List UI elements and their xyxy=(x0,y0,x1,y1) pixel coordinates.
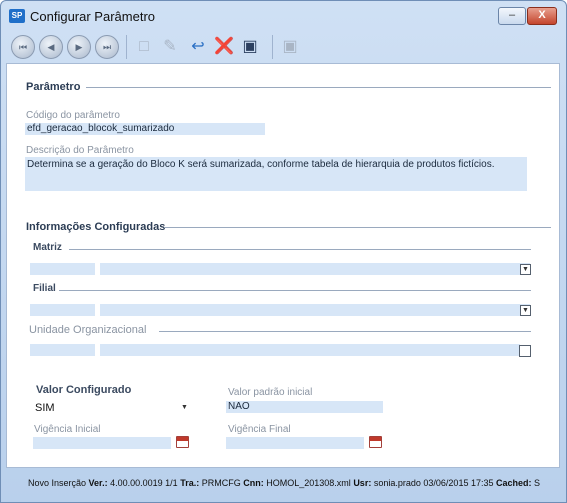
codigo-label: Código do parâmetro xyxy=(26,110,120,121)
title-bar: SP Configurar Parâmetro – X xyxy=(1,1,566,31)
undo-icon[interactable]: ↩ xyxy=(187,34,209,60)
status-mode: Novo Inserção xyxy=(28,478,87,488)
matriz-label: Matriz xyxy=(33,242,62,253)
status-tra-label: Tra.: xyxy=(180,478,200,488)
lock-icon[interactable]: ▣ xyxy=(279,34,301,60)
first-record-icon[interactable]: ⏮ xyxy=(11,35,35,59)
status-ver-label: Ver.: xyxy=(88,478,108,488)
status-page: 1/1 xyxy=(165,478,178,488)
vigencia-inicial-field[interactable] xyxy=(33,437,171,449)
close-button[interactable]: X xyxy=(527,7,557,25)
save-icon[interactable]: ▣ xyxy=(239,34,261,60)
codigo-field[interactable]: efd_geracao_blocok_sumarizado xyxy=(25,123,265,135)
minimize-button[interactable]: – xyxy=(498,7,526,25)
valor-padrao-field[interactable]: NAO xyxy=(226,401,383,413)
status-ver-value: 4.00.00.0019 xyxy=(110,478,163,488)
matriz-code-field[interactable] xyxy=(30,263,95,275)
vigencia-inicial-label: Vigência Inicial xyxy=(34,424,101,435)
status-datetime: 03/06/2015 17:35 xyxy=(423,478,494,488)
status-cnn-value: HOMOL_201308.xml xyxy=(266,478,351,488)
status-cached-value: S xyxy=(534,478,541,488)
toolbar: ⏮ ◀ ▶ ⏭ □ ✎ ↩ ❌ ▣ ▣ xyxy=(7,31,559,63)
section-divider xyxy=(164,227,551,228)
unidade-checkbox[interactable] xyxy=(519,345,531,357)
valor-configurado-dropdown-icon[interactable]: ▼ xyxy=(181,404,188,411)
filial-label: Filial xyxy=(33,283,56,294)
previous-record-icon[interactable]: ◀ xyxy=(39,35,63,59)
unidade-field[interactable] xyxy=(100,344,520,356)
section-divider xyxy=(86,87,551,88)
status-usr-value: sonia.prado xyxy=(373,478,421,488)
status-bar: Novo Inserção Ver.: 4.00.00.0019 1/1 Tra… xyxy=(6,471,560,495)
configurar-parametro-window: SP Configurar Parâmetro – X ⏮ ◀ ▶ ⏭ □ ✎ … xyxy=(0,0,567,503)
status-tra-value: PRMCFG xyxy=(201,478,241,488)
descricao-label: Descrição do Parâmetro xyxy=(26,145,134,156)
vigencia-final-field[interactable] xyxy=(226,437,364,449)
filial-select[interactable] xyxy=(100,304,530,316)
filial-code-field[interactable] xyxy=(30,304,95,316)
last-record-icon[interactable]: ⏭ xyxy=(95,35,119,59)
unidade-code-field[interactable] xyxy=(30,344,95,356)
matriz-divider xyxy=(69,249,531,250)
filial-divider xyxy=(59,290,531,291)
app-logo-icon: SP xyxy=(9,9,25,23)
unidade-label: Unidade Organizacional xyxy=(29,324,147,336)
edit-icon[interactable]: ✎ xyxy=(159,34,181,60)
vigencia-final-label: Vigência Final xyxy=(228,424,291,435)
unidade-divider xyxy=(159,331,531,332)
toolbar-separator xyxy=(272,35,273,59)
section-title-parametro: Parâmetro xyxy=(26,81,81,93)
descricao-field[interactable]: Determina se a geração do Bloco K será s… xyxy=(25,157,527,191)
matriz-select[interactable] xyxy=(100,263,530,275)
calendar-icon[interactable] xyxy=(369,436,382,448)
window-title: Configurar Parâmetro xyxy=(30,9,155,24)
delete-icon[interactable]: ❌ xyxy=(213,34,235,60)
filial-dropdown-icon[interactable]: ▼ xyxy=(520,305,531,316)
matriz-dropdown-icon[interactable]: ▼ xyxy=(520,264,531,275)
new-document-icon[interactable]: □ xyxy=(133,34,155,60)
valor-configurado-label: Valor Configurado xyxy=(36,384,132,396)
status-cached-label: Cached: xyxy=(496,478,532,488)
status-cnn-label: Cnn: xyxy=(243,478,264,488)
valor-padrao-label: Valor padrão inicial xyxy=(228,387,313,398)
calendar-icon[interactable] xyxy=(176,436,189,448)
valor-configurado-select[interactable]: SIM xyxy=(35,402,55,414)
section-title-informacoes: Informações Configuradas xyxy=(26,221,166,233)
next-record-icon[interactable]: ▶ xyxy=(67,35,91,59)
status-usr-label: Usr: xyxy=(353,478,372,488)
toolbar-separator xyxy=(126,35,127,59)
form-content: Parâmetro Código do parâmetro efd_geraca… xyxy=(6,63,560,468)
